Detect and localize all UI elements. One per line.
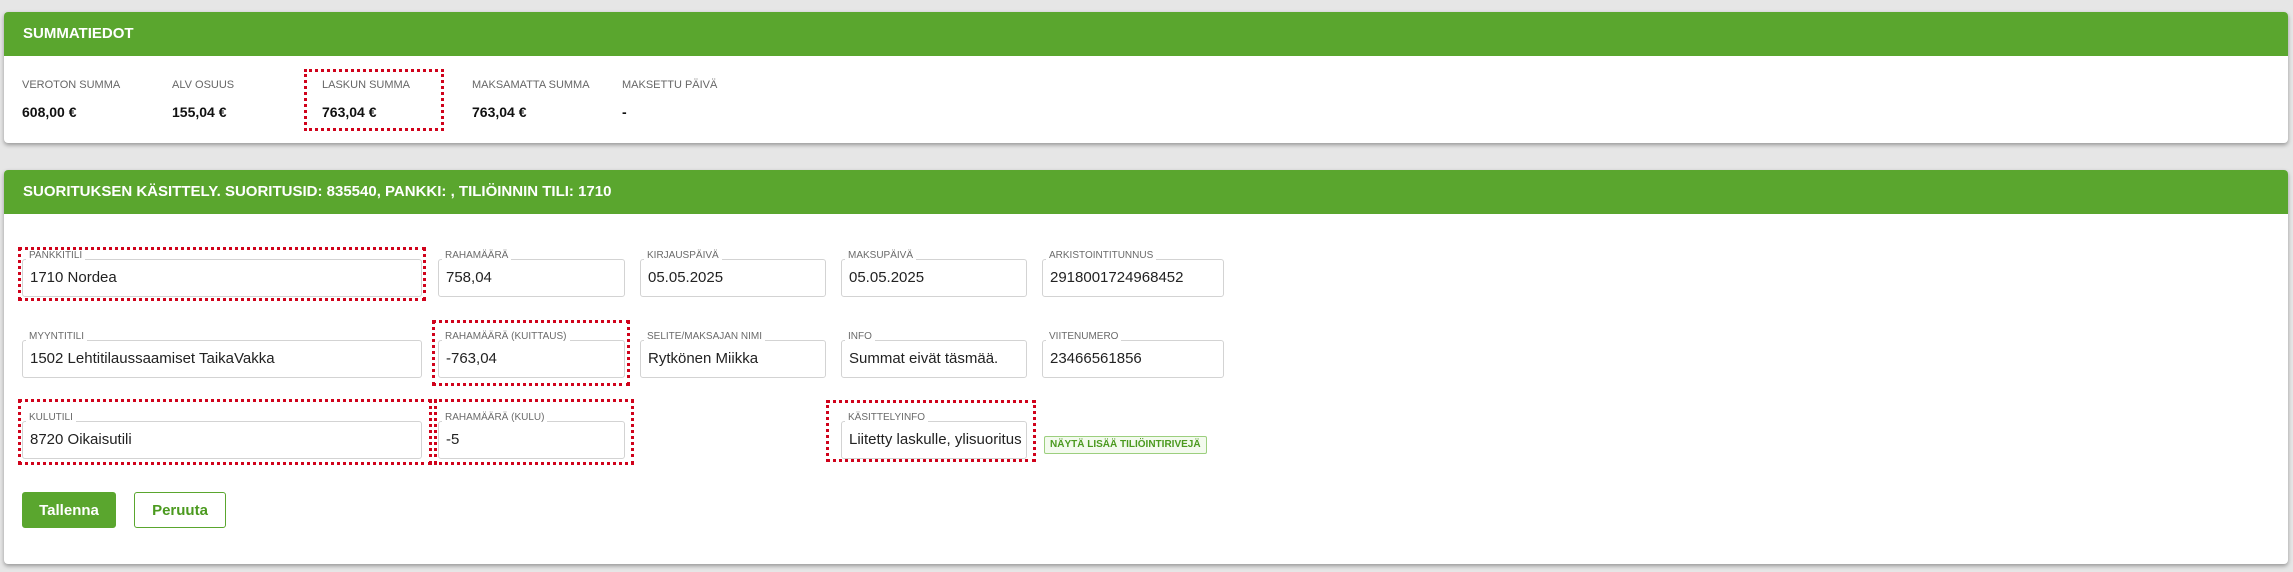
info-input[interactable]: Summat eivät täsmää. — [849, 350, 1022, 367]
myyntitili-input[interactable]: 1502 Lehtitilaussaamiset TaikaVakka — [30, 350, 417, 367]
rahamaara-field[interactable]: RAHAMÄÄRÄ 758,04 — [438, 249, 625, 297]
summary-title: SUMMATIEDOT — [23, 25, 134, 42]
stat-laskun-summa: LASKUN SUMMA 763,04 € — [314, 72, 444, 127]
stat-label: VEROTON SUMMA — [22, 79, 121, 91]
rahamaara-kuittaus-field[interactable]: RAHAMÄÄRÄ (KUITTAUS) -763,04 — [438, 330, 625, 378]
stat-value: - — [622, 104, 627, 120]
processing-title-suffix: , PANKKI: , TILIÖINNIN TILI: 1710 — [376, 183, 612, 200]
info-label: INFO — [845, 330, 875, 344]
viitenumero-label: VIITENUMERO — [1046, 330, 1122, 344]
rahamaara-input[interactable]: 758,04 — [446, 269, 620, 286]
myyntitili-label: MYYNTITILI — [26, 330, 88, 344]
summary-header: SUMMATIEDOT — [4, 12, 2288, 56]
pankkitili-label: PANKKITILI — [26, 249, 86, 263]
stat-label: ALV OSUUS — [172, 79, 235, 91]
stat-value: 155,04 € — [172, 104, 227, 120]
kulutili-input[interactable]: 8720 Oikaisutili — [30, 431, 417, 448]
kulutili-label: KULUTILI — [26, 411, 76, 425]
page: SUMMATIEDOT VEROTON SUMMA 608,00 € ALV O… — [0, 0, 2293, 572]
rahamaara-kuittaus-label: RAHAMÄÄRÄ (KUITTAUS) — [442, 330, 570, 344]
save-button[interactable]: Tallenna — [22, 492, 116, 528]
processing-card: SUORITUKSEN KÄSITTELY. SUORITUSID: 83554… — [4, 170, 2288, 564]
maksupaiva-field[interactable]: MAKSUPÄIVÄ 05.05.2025 — [841, 249, 1027, 297]
stat-label: MAKSAMATTA SUMMA — [472, 79, 590, 91]
stat-value: 763,04 € — [472, 104, 527, 120]
pankkitili-field[interactable]: PANKKITILI 1710 Nordea — [22, 249, 422, 297]
arkistointitunnus-label: ARKISTOINTITUNNUS — [1046, 249, 1157, 263]
stat-value: 763,04 € — [322, 104, 377, 120]
stat-value: 608,00 € — [22, 104, 77, 120]
rahamaara-kulu-label: RAHAMÄÄRÄ (KULU) — [442, 411, 548, 425]
cancel-button[interactable]: Peruuta — [134, 492, 226, 528]
pankkitili-input[interactable]: 1710 Nordea — [30, 269, 417, 286]
kulutili-field[interactable]: KULUTILI 8720 Oikaisutili — [22, 411, 422, 459]
stat-maksamatta-summa: MAKSAMATTA SUMMA 763,04 € — [464, 72, 594, 127]
info-field[interactable]: INFO Summat eivät täsmää. — [841, 330, 1027, 378]
kirjauspaiva-label: KIRJAUSPÄIVÄ — [644, 249, 722, 263]
suoritus-id: 835540 — [326, 183, 377, 200]
stat-label: LASKUN SUMMA — [322, 79, 411, 91]
viitenumero-input[interactable]: 23466561856 — [1050, 350, 1219, 367]
myyntitili-field[interactable]: MYYNTITILI 1502 Lehtitilaussaamiset Taik… — [22, 330, 422, 378]
processing-title-prefix: SUORITUKSEN KÄSITTELY. SUORITUSID: — [23, 183, 327, 200]
show-more-rows-button[interactable]: NÄYTÄ LISÄÄ TILIÖINTIRIVEJÄ — [1044, 436, 1207, 454]
maksupaiva-label: MAKSUPÄIVÄ — [845, 249, 917, 263]
processing-header: SUORITUKSEN KÄSITTELY. SUORITUSID: 83554… — [4, 170, 2288, 214]
kasittelyinfo-input[interactable]: Liitetty laskulle, ylisuoritus — [849, 431, 1022, 448]
selite-input[interactable]: Rytkönen Miikka — [648, 350, 821, 367]
rahamaara-kulu-field[interactable]: RAHAMÄÄRÄ (KULU) -5 — [438, 411, 625, 459]
kirjauspaiva-field[interactable]: KIRJAUSPÄIVÄ 05.05.2025 — [640, 249, 826, 297]
selite-label: SELITE/MAKSAJAN NIMI — [644, 330, 766, 344]
kasittelyinfo-field[interactable]: KÄSITTELYINFO Liitetty laskulle, ylisuor… — [841, 411, 1027, 459]
stat-label: MAKSETTU PÄIVÄ — [622, 79, 718, 91]
selite-field[interactable]: SELITE/MAKSAJAN NIMI Rytkönen Miikka — [640, 330, 826, 378]
stat-veroton-summa: VEROTON SUMMA 608,00 € — [14, 72, 144, 127]
kirjauspaiva-input[interactable]: 05.05.2025 — [648, 269, 821, 286]
rahamaara-label: RAHAMÄÄRÄ — [442, 249, 512, 263]
kasittelyinfo-label: KÄSITTELYINFO — [845, 411, 929, 425]
rahamaara-kuittaus-input[interactable]: -763,04 — [446, 350, 620, 367]
arkistointitunnus-input[interactable]: 2918001724968452 — [1050, 269, 1219, 286]
maksupaiva-input[interactable]: 05.05.2025 — [849, 269, 1022, 286]
viitenumero-field[interactable]: VIITENUMERO 23466561856 — [1042, 330, 1224, 378]
stat-alv-osuus: ALV OSUUS 155,04 € — [164, 72, 294, 127]
summary-card: SUMMATIEDOT VEROTON SUMMA 608,00 € ALV O… — [4, 12, 2288, 143]
rahamaara-kulu-input[interactable]: -5 — [446, 431, 620, 448]
stat-maksettu-paiva: MAKSETTU PÄIVÄ - — [614, 72, 744, 127]
arkistointitunnus-field[interactable]: ARKISTOINTITUNNUS 2918001724968452 — [1042, 249, 1224, 297]
